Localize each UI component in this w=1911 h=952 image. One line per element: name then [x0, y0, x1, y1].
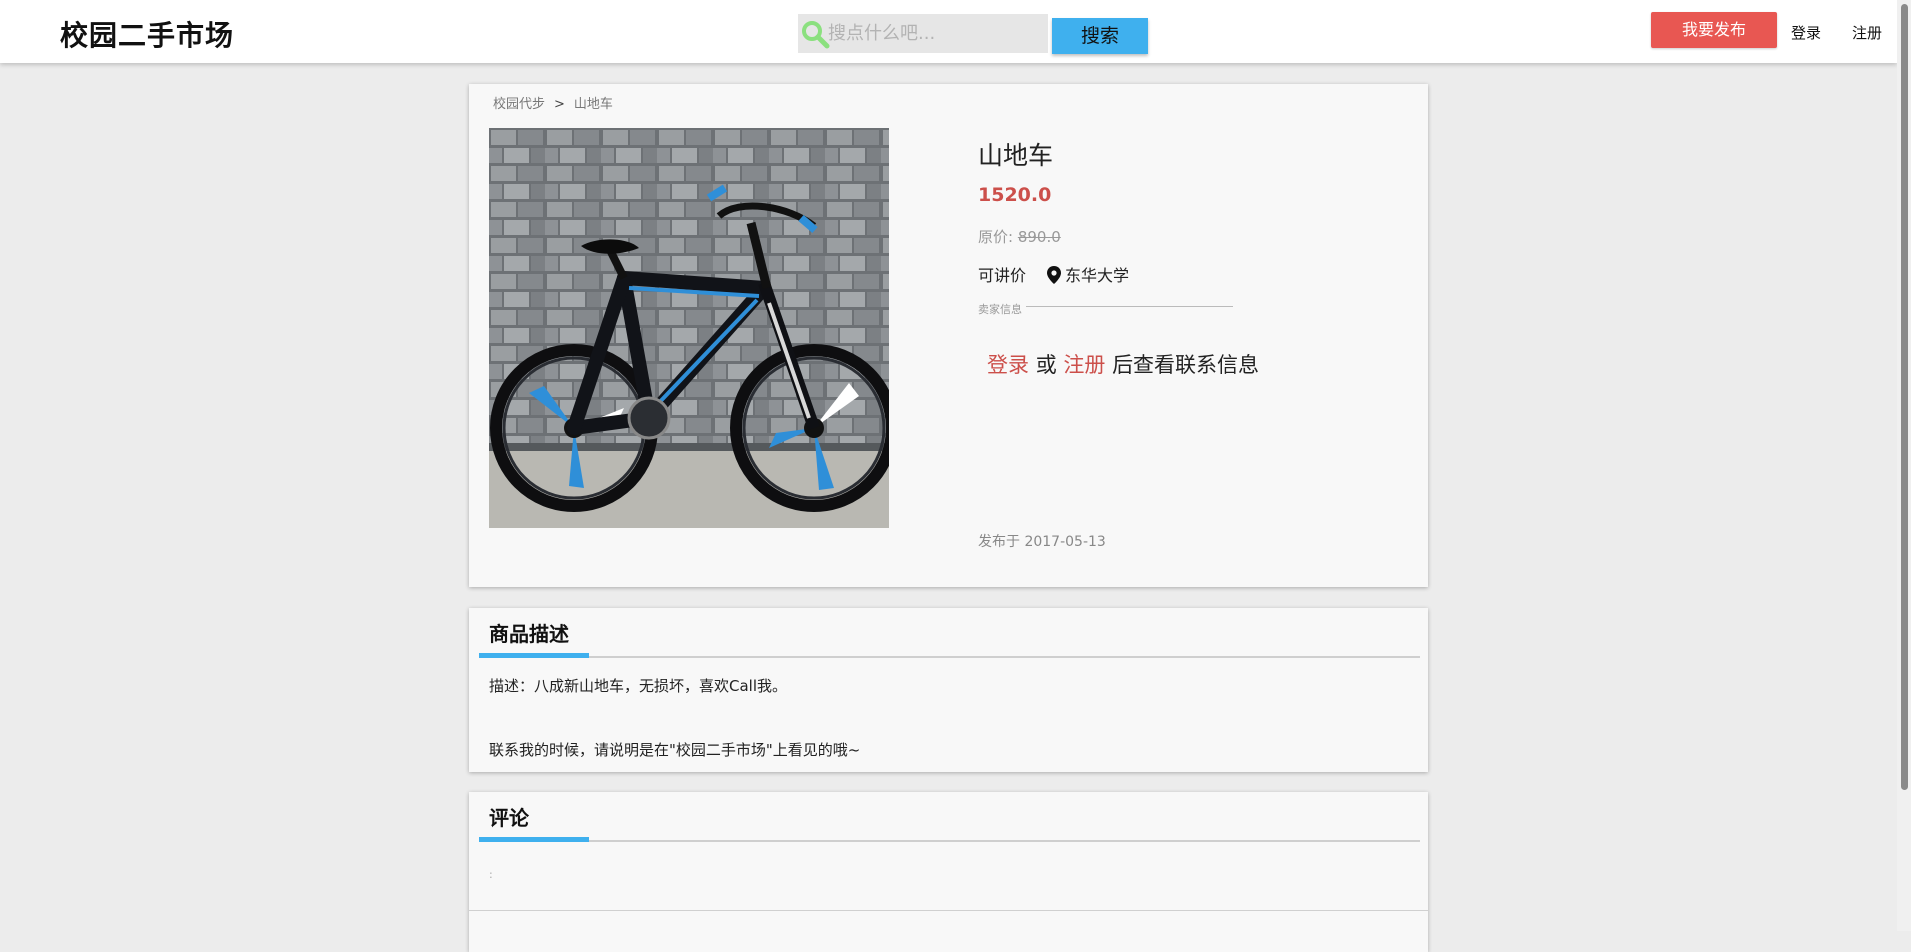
location-pin-icon: [1047, 266, 1061, 284]
original-price-value: 890.0: [1017, 228, 1061, 246]
comment-rule: [479, 840, 1420, 842]
scrollbar-thumb[interactable]: [1901, 4, 1908, 790]
publish-date: 发布于 2017-05-13: [978, 534, 1106, 550]
seller-info-divider: 卖家信息: [978, 298, 1233, 316]
product-card: 校园代步 > 山地车 山地车 1520.0 原价: 890.0 可讲价 东华大学…: [469, 84, 1428, 587]
publish-button[interactable]: 我要发布: [1651, 12, 1777, 48]
login-prompt: 登录 或 注册 后查看联系信息: [987, 349, 1259, 379]
comment-card: 评论 :: [469, 792, 1428, 952]
prompt-or-text: 或: [1035, 353, 1057, 377]
contact-note: 联系我的时候，请说明是在"校园二手市场"上看见的哦~: [489, 741, 861, 759]
description-card: 商品描述 描述：八成新山地车，无损坏，喜欢Call我。 联系我的时候，请说明是在…: [469, 608, 1428, 772]
original-price: 原价: 890.0: [978, 226, 1061, 247]
original-price-label: 原价:: [978, 228, 1014, 246]
top-navbar: 校园二手市场 搜索 我要发布 登录 注册: [0, 0, 1897, 63]
breadcrumb-separator: >: [554, 97, 565, 112]
prompt-login-link[interactable]: 登录: [987, 353, 1029, 377]
search-button[interactable]: 搜索: [1052, 18, 1148, 54]
description-accent: [479, 653, 589, 658]
description-text: 描述：八成新山地车，无损坏，喜欢Call我。: [489, 677, 788, 695]
seller-info-label: 卖家信息: [978, 303, 1026, 316]
register-link[interactable]: 注册: [1852, 22, 1882, 43]
login-link[interactable]: 登录: [1791, 22, 1821, 43]
search-box: [798, 14, 1048, 53]
breadcrumb: 校园代步 > 山地车: [493, 93, 613, 112]
product-price: 1520.0: [978, 184, 1052, 206]
site-logo[interactable]: 校园二手市场: [60, 14, 234, 54]
product-image[interactable]: [489, 128, 889, 528]
prompt-suffix: 后查看联系信息: [1112, 353, 1260, 377]
bicycle-photo-icon: [489, 128, 889, 528]
description-title: 商品描述: [489, 622, 569, 646]
location-text: 东华大学: [1065, 266, 1130, 285]
comment-accent: [479, 837, 589, 842]
breadcrumb-current[interactable]: 山地车: [574, 97, 613, 112]
search-icon: [802, 21, 830, 49]
negotiable-tag: 可讲价: [978, 266, 1027, 285]
description-rule: [479, 656, 1420, 658]
prompt-register-link[interactable]: 注册: [1063, 353, 1105, 377]
product-title: 山地车: [978, 141, 1054, 170]
comment-divider: [469, 910, 1428, 911]
comment-placeholder: :: [489, 868, 493, 881]
breadcrumb-category[interactable]: 校园代步: [493, 97, 545, 112]
search-input[interactable]: [828, 14, 1043, 53]
location: 东华大学: [1047, 262, 1129, 286]
comment-title: 评论: [489, 806, 529, 830]
